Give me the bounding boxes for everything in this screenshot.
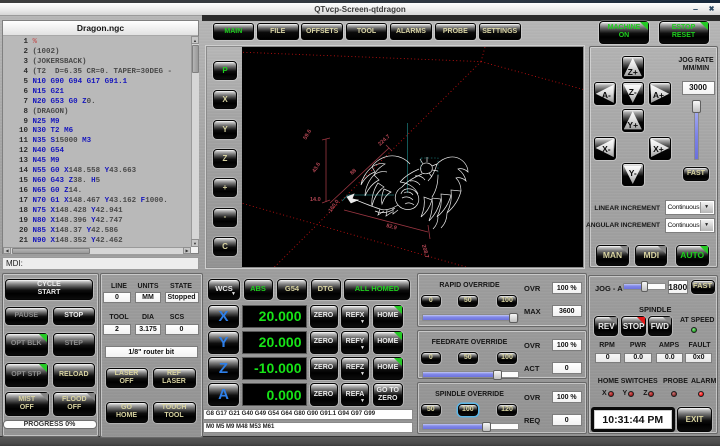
svg-text:208.7: 208.7 — [420, 244, 429, 259]
svg-text:224.7: 224.7 — [377, 134, 391, 148]
svg-text:59.6: 59.6 — [303, 129, 314, 141]
svg-text:82.9: 82.9 — [386, 223, 398, 231]
svg-text:43.6: 43.6 — [312, 162, 323, 174]
svg-text:88: 88 — [349, 168, 358, 177]
svg-text:14.0: 14.0 — [310, 197, 321, 203]
svg-text:-160.0: -160.0 — [327, 199, 341, 215]
